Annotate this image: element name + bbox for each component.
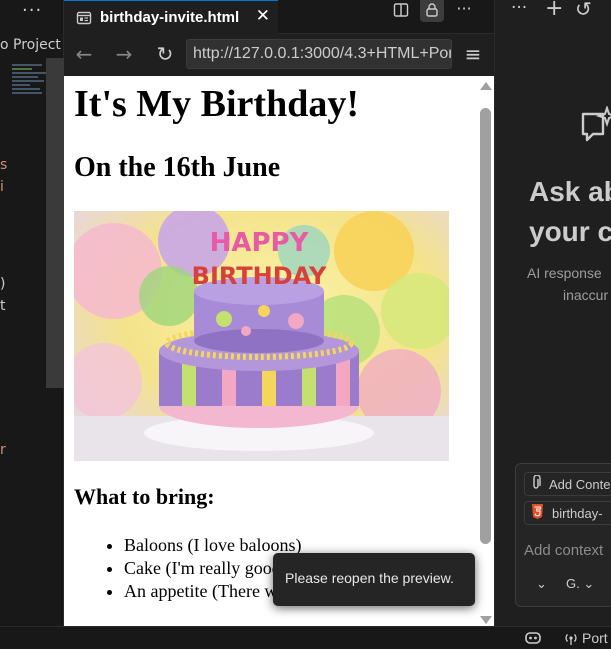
birthday-cake-image: HAPPY BIRTHDAY — [74, 211, 449, 461]
birthday-candles-text: BIRTHDAY — [192, 262, 327, 290]
broadcast-icon — [565, 634, 577, 645]
chat-input[interactable]: Add context — [524, 542, 603, 559]
code-fragment: ) — [0, 276, 6, 292]
add-context-button[interactable]: Add Conte — [524, 472, 611, 496]
explorer-more-icon[interactable]: ··· — [22, 0, 42, 21]
page-title: It's My Birthday! — [74, 83, 359, 125]
new-chat-icon[interactable]: + — [545, 0, 563, 21]
menu-icon[interactable]: ≡ — [459, 40, 487, 68]
back-arrow-icon[interactable]: ← — [70, 40, 98, 68]
scroll-thumb[interactable] — [480, 108, 491, 544]
code-fragment: t — [0, 298, 6, 314]
reload-icon[interactable]: ↻ — [151, 40, 179, 68]
browser-toolbar: ← → ↻ http://127.0.0.1:3000/4.3+HTML+Por… — [64, 34, 494, 76]
code-fragment: i — [0, 179, 4, 195]
chat-more-icon[interactable]: ··· — [511, 0, 527, 18]
more-actions-icon[interactable]: ··· — [452, 0, 476, 20]
bring-heading: What to bring: — [74, 484, 215, 509]
happy-candles-text: HAPPY — [210, 228, 310, 258]
explorer-scrollbar[interactable] — [46, 58, 64, 388]
copilot-icon[interactable] — [524, 630, 542, 646]
scroll-up-icon[interactable] — [480, 82, 492, 90]
close-icon[interactable]: ✕ — [256, 6, 270, 26]
chat-title: Ask ab your c — [529, 176, 611, 247]
tab-birthday-invite[interactable]: birthday-invite.html ✕ — [64, 0, 278, 34]
chat-input-box: Add Conte birthday- Add context ⌄ G. ⌄ ⌄ — [515, 463, 611, 607]
status-bar: Port — [0, 626, 611, 649]
model-picker[interactable]: G. ⌄ — [566, 576, 594, 592]
forward-arrow-icon[interactable]: → — [110, 40, 138, 68]
preview-page: It's My Birthday! On the 16th June HAPPY… — [64, 76, 494, 626]
chat-disclaimer: AI response inaccur — [527, 265, 609, 303]
preview-scrollbar[interactable] — [479, 82, 493, 626]
code-fragment: r — [0, 442, 6, 458]
editor-tab-bar: birthday-invite.html ✕ ··· — [64, 0, 494, 34]
code-minimap[interactable] — [12, 64, 48, 100]
chat-sparkle-icon — [581, 106, 611, 142]
preview-file-icon — [76, 11, 92, 24]
paperclip-icon — [531, 473, 541, 494]
tab-title: birthday-invite.html — [100, 9, 240, 26]
split-editor-icon[interactable] — [389, 0, 413, 22]
reopen-preview-toast: Please reopen the preview. — [273, 553, 475, 606]
ports-item[interactable]: Port — [563, 630, 608, 646]
lock-icon[interactable] — [420, 0, 444, 22]
explorer-project-label[interactable]: o Project — [0, 37, 61, 53]
url-input[interactable]: http://127.0.0.1:3000/4.3+HTML+Portfolio… — [186, 39, 452, 69]
chevron-down-icon: ⌄ — [583, 576, 595, 591]
chat-panel: ··· + ↺ Ask ab your c AI response inaccu… — [494, 0, 611, 626]
explorer-panel: ··· o Project s i ) t r — [0, 0, 64, 626]
page-subtitle: On the 16th June — [74, 152, 281, 183]
history-icon[interactable]: ↺ — [575, 0, 592, 21]
scroll-down-icon[interactable] — [480, 616, 492, 624]
code-fragment: s — [0, 157, 8, 173]
file-context-chip[interactable]: birthday- — [524, 501, 611, 525]
chevron-down-icon[interactable]: ⌄ — [536, 576, 547, 592]
html-file-icon — [531, 504, 544, 522]
